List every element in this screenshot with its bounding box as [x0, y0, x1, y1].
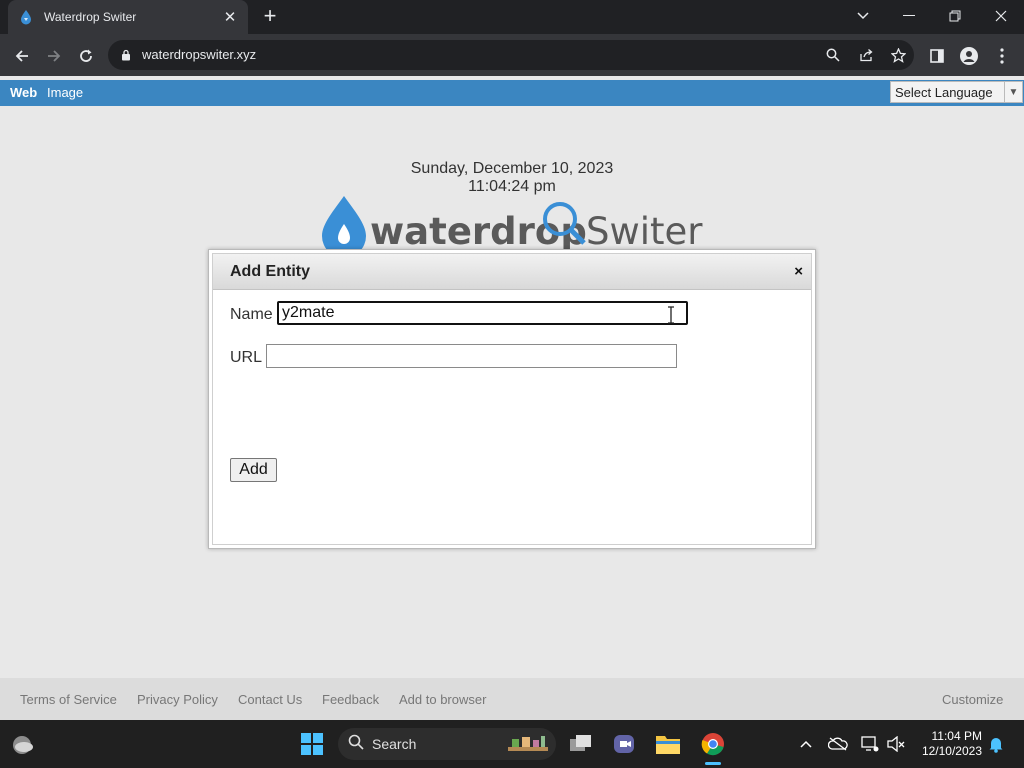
url-text: waterdropswiter.xyz [142, 47, 257, 62]
active-app-indicator [705, 762, 721, 765]
waterdrop-favicon-icon [18, 9, 34, 25]
language-select[interactable]: Select Language ▼ [890, 81, 1023, 103]
search-magnifier-icon [348, 734, 364, 755]
tab-close-icon[interactable]: ✕ [222, 8, 238, 26]
dialog-header: Add Entity × [213, 254, 811, 290]
current-date: Sunday, December 10, 2023 [410, 160, 614, 177]
add-entity-dialog: Add Entity × Name URL Add [208, 249, 816, 549]
back-arrow-icon[interactable] [9, 43, 35, 69]
top-nav-bar: Web Image Select Language ▼ [0, 80, 1024, 106]
close-window-button[interactable] [986, 4, 1016, 28]
clock-date: 12/10/2023 [921, 744, 982, 758]
browser-tabstrip: Waterdrop Switer ✕ + [0, 0, 1024, 34]
restore-button[interactable] [940, 4, 970, 28]
nav-link-web[interactable]: Web [10, 85, 37, 100]
text-cursor-icon [666, 306, 676, 324]
dropdown-arrow-icon: ▼ [1004, 82, 1022, 102]
footer-link-contact[interactable]: Contact Us [238, 692, 302, 707]
clock-time: 11:04 PM [931, 729, 982, 743]
taskbar-clock[interactable]: 11:04 PM 12/10/2023 [910, 729, 982, 759]
reload-icon[interactable] [73, 43, 99, 69]
page-footer: Terms of Service Privacy Policy Contact … [0, 678, 1024, 720]
footer-link-terms[interactable]: Terms of Service [20, 692, 117, 707]
tab-title: Waterdrop Switer [44, 10, 137, 24]
volume-muted-icon[interactable] [886, 734, 906, 754]
footer-link-customize[interactable]: Customize [942, 692, 1003, 707]
address-bar[interactable]: waterdropswiter.xyz [108, 40, 914, 70]
profile-avatar-icon[interactable] [956, 43, 982, 69]
start-windows-icon[interactable] [296, 728, 328, 760]
browser-tab[interactable]: Waterdrop Switer ✕ [8, 0, 248, 34]
name-input[interactable] [277, 301, 688, 325]
dialog-title: Add Entity [230, 263, 310, 280]
search-icon[interactable] [825, 47, 841, 63]
bookmark-star-icon[interactable] [890, 47, 906, 63]
browser-menu-icon[interactable] [989, 43, 1015, 69]
new-tab-button[interactable]: + [258, 5, 282, 29]
language-select-label: Select Language [895, 84, 993, 100]
close-icon[interactable]: × [794, 263, 803, 280]
search-highlight-icon [506, 733, 550, 760]
task-view-icon[interactable] [565, 728, 597, 760]
url-label: URL [230, 349, 263, 366]
notification-bell-icon[interactable] [986, 734, 1006, 754]
network-icon[interactable] [860, 734, 880, 754]
minimize-button[interactable] [894, 4, 924, 28]
add-button[interactable]: Add [230, 458, 277, 482]
forward-arrow-icon[interactable] [41, 43, 67, 69]
tray-chevron-up-icon[interactable] [796, 734, 816, 754]
nav-link-image[interactable]: Image [47, 85, 83, 100]
teams-chat-icon[interactable] [608, 728, 640, 760]
taskbar-search[interactable]: Search [338, 728, 556, 760]
lock-icon[interactable] [118, 47, 134, 63]
footer-link-add-to-browser[interactable]: Add to browser [399, 692, 486, 707]
search-label: Search [372, 736, 417, 752]
waterdrop-switer-logo: waterdrop Switer [318, 194, 708, 258]
file-explorer-icon[interactable] [652, 728, 684, 760]
chrome-taskbar-icon[interactable] [697, 728, 729, 760]
footer-link-privacy[interactable]: Privacy Policy [137, 692, 218, 707]
tab-search-chevron-icon[interactable] [848, 4, 878, 28]
onedrive-offline-icon[interactable] [828, 734, 848, 754]
url-input[interactable] [266, 344, 677, 368]
share-icon[interactable] [858, 47, 874, 63]
weather-widget-icon[interactable] [6, 728, 38, 760]
dialog-frame: Add Entity × Name URL Add [212, 253, 812, 545]
footer-link-feedback[interactable]: Feedback [322, 692, 379, 707]
name-label: Name [230, 306, 273, 323]
logo-text-switer: Switer [586, 210, 703, 252]
side-panel-icon[interactable] [924, 43, 950, 69]
